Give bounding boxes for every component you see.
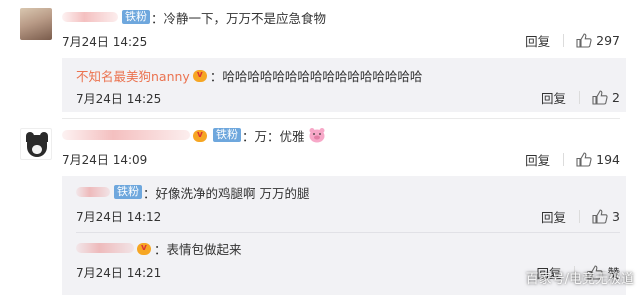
fan-badge[interactable]: 铁粉	[122, 10, 150, 24]
comment-line: 铁粉 ： 冷静一下，万万不是应急食物	[62, 8, 326, 26]
like-count: 2	[612, 90, 620, 105]
vip-crown-icon: v	[137, 241, 153, 255]
thumbs-up-icon	[576, 33, 592, 48]
fan-badge[interactable]: 铁粉	[213, 128, 241, 142]
reply-actions: 回复 3	[541, 207, 620, 226]
reply-block: 不知名最美狗nanny v ： 哈哈哈哈哈哈哈哈哈哈哈哈哈哈哈哈 7月24日 1…	[62, 58, 626, 112]
pig-emoji-icon	[309, 128, 325, 143]
reply-line: 铁粉 ： 好像洗净的鸡腿啊 万万的腿	[76, 183, 310, 201]
thumbs-up-icon	[576, 152, 592, 167]
timestamp: 7月24日 14:25	[62, 35, 148, 49]
watermark: 百家号/电竞无极道	[525, 272, 634, 287]
comment-text: 万：优雅	[254, 128, 305, 144]
divider	[579, 91, 581, 104]
like-count: 297	[596, 33, 620, 48]
reply-username-blurred[interactable]	[76, 187, 110, 197]
comment-line: v 铁粉 ： 万：优雅	[62, 126, 326, 144]
reply-username[interactable]: 不知名最美狗nanny	[76, 66, 190, 85]
vip-crown-icon: v	[192, 68, 209, 82]
username-blurred[interactable]	[62, 12, 118, 22]
thumbs-up-icon	[592, 90, 608, 105]
reply-button[interactable]: 回复	[525, 31, 550, 50]
like-button[interactable]: 194	[576, 152, 620, 167]
like-button[interactable]: 3	[592, 209, 620, 224]
fan-badge[interactable]: 铁粉	[114, 185, 142, 199]
username-blurred[interactable]	[62, 130, 190, 140]
timestamp: 7月24日 14:21	[76, 266, 162, 280]
like-button[interactable]: 297	[576, 33, 620, 48]
timestamp: 7月24日 14:25	[76, 92, 162, 106]
like-count: 194	[596, 152, 620, 167]
reply-button[interactable]: 回复	[541, 207, 566, 226]
avatar[interactable]	[20, 128, 52, 160]
timestamp: 7月24日 14:09	[62, 153, 148, 167]
reply-username-blurred[interactable]	[76, 243, 134, 253]
like-button[interactable]: 2	[592, 90, 620, 105]
comment-text: 冷静一下，万万不是应急食物	[163, 10, 327, 26]
avatar[interactable]	[20, 8, 52, 40]
thumbs-up-icon	[592, 209, 608, 224]
reply-text: 哈哈哈哈哈哈哈哈哈哈哈哈哈哈哈哈	[222, 68, 423, 84]
divider	[62, 118, 620, 119]
reply-button[interactable]: 回复	[541, 88, 566, 107]
divider	[563, 153, 565, 166]
divider	[76, 232, 620, 233]
reply-line: 不知名最美狗nanny v ： 哈哈哈哈哈哈哈哈哈哈哈哈哈哈哈哈	[76, 66, 422, 84]
reply-button[interactable]: 回复	[525, 150, 550, 169]
like-count: 3	[612, 209, 620, 224]
divider	[579, 210, 581, 223]
comment-actions: 回复 297	[525, 31, 620, 50]
comment-actions: 回复 194	[525, 150, 620, 169]
timestamp: 7月24日 14:12	[76, 210, 162, 224]
divider	[563, 34, 565, 47]
reply-actions: 回复 2	[541, 88, 620, 107]
reply-text: 表情包做起来	[166, 241, 242, 257]
reply-line: v ： 表情包做起来	[76, 239, 242, 257]
reply-text: 好像洗净的鸡腿啊 万万的腿	[155, 185, 310, 201]
vip-crown-icon: v	[193, 128, 209, 142]
